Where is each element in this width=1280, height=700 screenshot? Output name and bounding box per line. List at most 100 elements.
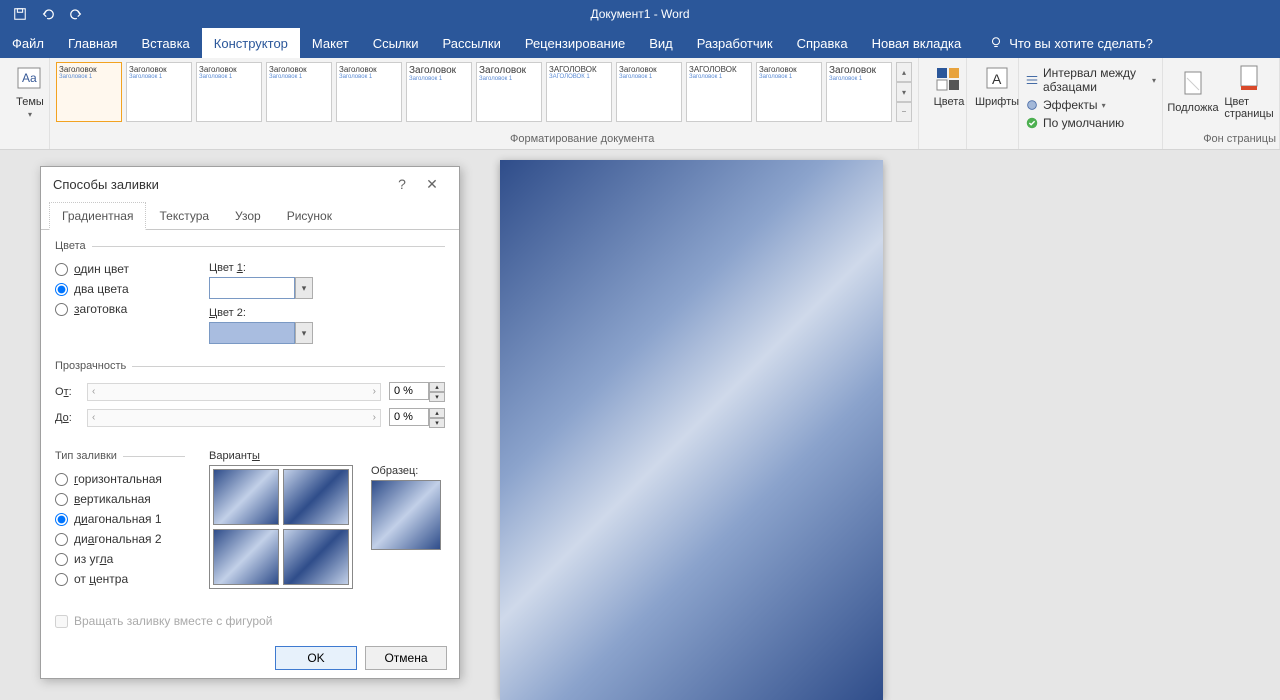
close-icon[interactable]: ✕: [417, 170, 447, 198]
gallery-scroll: ▴ ▾ ⎯: [896, 62, 912, 122]
undo-icon[interactable]: [36, 3, 60, 25]
variants-grid: [209, 465, 353, 589]
themes-icon: Aa: [14, 62, 46, 94]
style-thumb[interactable]: ЗАГОЛОВОКЗАГОЛОВОК 1: [546, 62, 612, 122]
variant-3[interactable]: [213, 529, 279, 585]
lightbulb-icon: [989, 36, 1003, 50]
radio-vertical[interactable]: вертикальная: [55, 492, 185, 506]
quick-access-toolbar: [0, 3, 88, 25]
style-thumb[interactable]: ЗаголовокЗаголовок 1: [476, 62, 542, 122]
themes-button[interactable]: Aa Темы ▾: [6, 62, 54, 119]
cancel-button[interactable]: Отмена: [365, 646, 447, 670]
ribbon-group-label: Фон страницы: [1203, 133, 1276, 145]
radio-diagonal1[interactable]: диагональная 1: [55, 512, 185, 526]
sample-label: Образец:: [371, 465, 441, 477]
tab-help[interactable]: Справка: [785, 28, 860, 58]
fill-type-group: Тип заливки горизонтальная вертикальная …: [55, 450, 185, 598]
tab-view[interactable]: Вид: [637, 28, 685, 58]
tab-new[interactable]: Новая вкладка: [860, 28, 974, 58]
tab-references[interactable]: Ссылки: [361, 28, 431, 58]
scroll-down-icon[interactable]: ▾: [896, 82, 912, 102]
svg-text:A: A: [992, 71, 1002, 87]
variant-1[interactable]: [213, 469, 279, 525]
variant-4[interactable]: [283, 529, 349, 585]
style-thumb[interactable]: ЗаголовокЗаголовок 1: [616, 62, 682, 122]
watermark-button[interactable]: Подложка: [1169, 62, 1217, 120]
tab-developer[interactable]: Разработчик: [685, 28, 785, 58]
color2-picker[interactable]: ▾: [209, 322, 445, 344]
spin-down-icon[interactable]: ▾: [429, 392, 445, 402]
fonts-button[interactable]: A Шрифты: [973, 62, 1021, 108]
radio-preset[interactable]: заготовка: [55, 302, 185, 316]
tab-pattern[interactable]: Узор: [222, 202, 274, 230]
tab-layout[interactable]: Макет: [300, 28, 361, 58]
transparency-group: Прозрачность От: ‹› ▴▾ До: ‹› ▴▾: [55, 360, 445, 440]
radio-center[interactable]: от центра: [55, 572, 185, 586]
spin-down-icon[interactable]: ▾: [429, 418, 445, 428]
tell-me-placeholder: Что вы хотите сделать?: [1009, 36, 1153, 51]
ok-button[interactable]: OK: [275, 646, 357, 670]
style-thumb[interactable]: ЗаголовокЗаголовок 1: [196, 62, 262, 122]
colors-group: Цвета оодин цветдин цвет два цвета загот…: [55, 240, 445, 350]
ribbon-group-label: Форматирование документа: [510, 133, 654, 145]
svg-text:Aa: Aa: [22, 71, 37, 85]
color2-swatch: [209, 322, 295, 344]
from-spinner[interactable]: ▴▾: [389, 382, 445, 402]
page-color-button[interactable]: Цвет страницы: [1225, 62, 1273, 120]
spacing-icon: [1025, 73, 1039, 87]
effects-icon: [1025, 98, 1039, 112]
save-icon[interactable]: [8, 3, 32, 25]
style-thumb[interactable]: ЗаголовокЗаголовок 1: [756, 62, 822, 122]
effects-button[interactable]: Эффекты ▾: [1025, 98, 1156, 112]
scroll-up-icon[interactable]: ▴: [896, 62, 912, 82]
chevron-down-icon[interactable]: ▾: [295, 322, 313, 344]
tab-home[interactable]: Главная: [56, 28, 129, 58]
from-slider[interactable]: ‹›: [87, 383, 381, 401]
style-gallery: ЗаголовокЗаголовок 1 ЗаголовокЗаголовок …: [56, 62, 912, 122]
tab-mailings[interactable]: Рассылки: [430, 28, 512, 58]
style-thumb[interactable]: ЗаголовокЗаголовок 1: [336, 62, 402, 122]
style-thumb[interactable]: ЗаголовокЗаголовок 1: [406, 62, 472, 122]
style-thumb[interactable]: ЗаголовокЗаголовок 1: [266, 62, 332, 122]
to-slider[interactable]: ‹›: [87, 409, 381, 427]
fonts-icon: A: [981, 62, 1013, 94]
radio-corner[interactable]: из угла: [55, 552, 185, 566]
dialog-tabs: Градиентная Текстура Узор Рисунок: [41, 201, 459, 230]
tab-review[interactable]: Рецензирование: [513, 28, 637, 58]
color2-label: Цвет 2:: [209, 307, 445, 319]
style-thumb[interactable]: ЗаголовокЗаголовок 1: [126, 62, 192, 122]
tell-me-search[interactable]: Что вы хотите сделать?: [989, 28, 1153, 58]
tab-picture[interactable]: Рисунок: [274, 202, 345, 230]
to-spinner[interactable]: ▴▾: [389, 408, 445, 428]
tab-file[interactable]: Файл: [0, 28, 56, 58]
scroll-more-icon[interactable]: ⎯: [896, 102, 912, 122]
style-thumb[interactable]: ЗАГОЛОВОКЗаголовок 1: [686, 62, 752, 122]
radio-horizontal[interactable]: горизонтальная: [55, 472, 185, 486]
paragraph-spacing-button[interactable]: Интервал между абзацами ▾: [1025, 66, 1156, 94]
radio-two-colors[interactable]: два цвета: [55, 282, 185, 296]
variant-2[interactable]: [283, 469, 349, 525]
colors-button[interactable]: Цвета: [925, 62, 973, 108]
page-color-icon: [1233, 62, 1265, 94]
chevron-down-icon[interactable]: ▾: [295, 277, 313, 299]
color1-picker[interactable]: ▾: [209, 277, 445, 299]
watermark-icon: [1177, 68, 1209, 100]
tab-insert[interactable]: Вставка: [129, 28, 201, 58]
radio-diagonal2[interactable]: диагональная 2: [55, 532, 185, 546]
set-default-button[interactable]: По умолчанию: [1025, 116, 1156, 130]
document-page[interactable]: [500, 160, 883, 700]
chevron-down-icon: ▾: [28, 110, 32, 119]
spin-up-icon[interactable]: ▴: [429, 408, 445, 418]
radio-one-color[interactable]: оодин цветдин цвет: [55, 262, 185, 276]
help-icon[interactable]: ?: [387, 170, 417, 198]
tab-design[interactable]: Конструктор: [202, 28, 300, 58]
tab-texture[interactable]: Текстура: [146, 202, 222, 230]
style-thumb[interactable]: ЗаголовокЗаголовок 1: [56, 62, 122, 122]
title-bar: Документ1 - Word: [0, 0, 1280, 28]
redo-icon[interactable]: [64, 3, 88, 25]
dialog-titlebar: Способы заливки ? ✕: [41, 167, 459, 201]
sample-preview: [371, 480, 441, 550]
style-thumb[interactable]: ЗаголовокЗаголовок 1: [826, 62, 892, 122]
spin-up-icon[interactable]: ▴: [429, 382, 445, 392]
tab-gradient[interactable]: Градиентная: [49, 202, 146, 230]
